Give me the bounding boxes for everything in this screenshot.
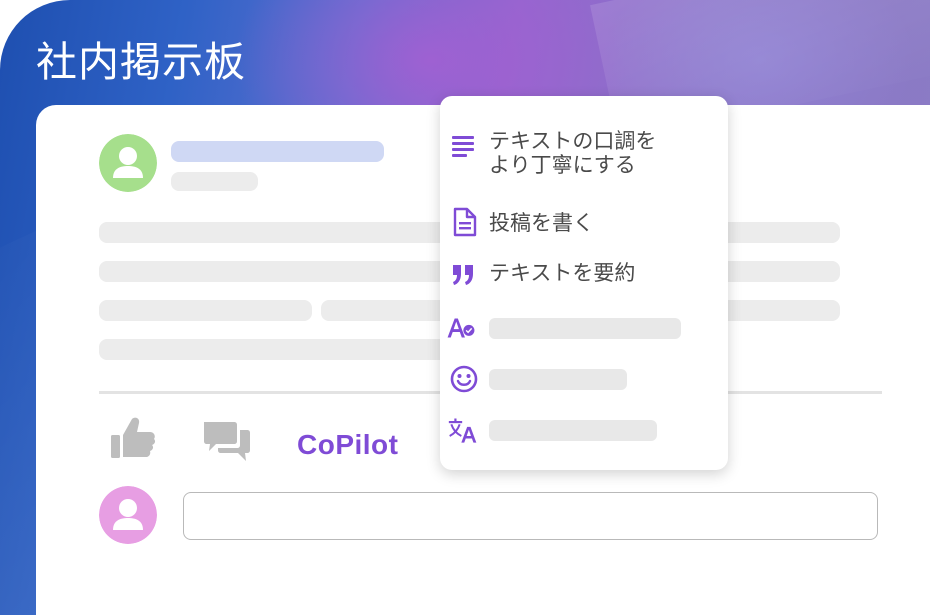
thumbs-up-icon[interactable]: [110, 415, 156, 459]
lines-icon: [452, 136, 474, 157]
menu-item-placeholder[interactable]: [489, 420, 657, 441]
commenter-avatar: [99, 486, 157, 544]
menu-item-summarize[interactable]: テキストを要約: [489, 261, 635, 285]
copilot-button[interactable]: CoPilot: [297, 428, 399, 462]
document-icon: [453, 207, 477, 237]
user-avatar-icon: [99, 486, 157, 544]
post-text-line: [99, 339, 449, 360]
post-text-line: [99, 300, 312, 321]
copilot-menu: テキストの口調を より丁寧にする 投稿を書く テキストを要約: [440, 96, 728, 470]
menu-item-polite-tone[interactable]: テキストの口調を より丁寧にする: [489, 129, 656, 177]
smiley-icon: [450, 365, 478, 393]
user-avatar-icon: [99, 134, 157, 192]
menu-item-placeholder[interactable]: [489, 369, 627, 390]
quote-icon: [453, 265, 473, 285]
menu-item-write-post[interactable]: 投稿を書く: [489, 211, 594, 235]
author-name-placeholder: [171, 141, 384, 162]
menu-item-placeholder[interactable]: [489, 318, 681, 339]
spell-check-icon: [447, 318, 475, 338]
comments-icon[interactable]: [202, 420, 252, 464]
page-title: 社内掲示板: [36, 38, 246, 86]
author-avatar[interactable]: [99, 134, 157, 192]
comment-input[interactable]: [183, 492, 878, 540]
post-date-placeholder: [171, 172, 258, 191]
translate-icon: [448, 418, 477, 443]
